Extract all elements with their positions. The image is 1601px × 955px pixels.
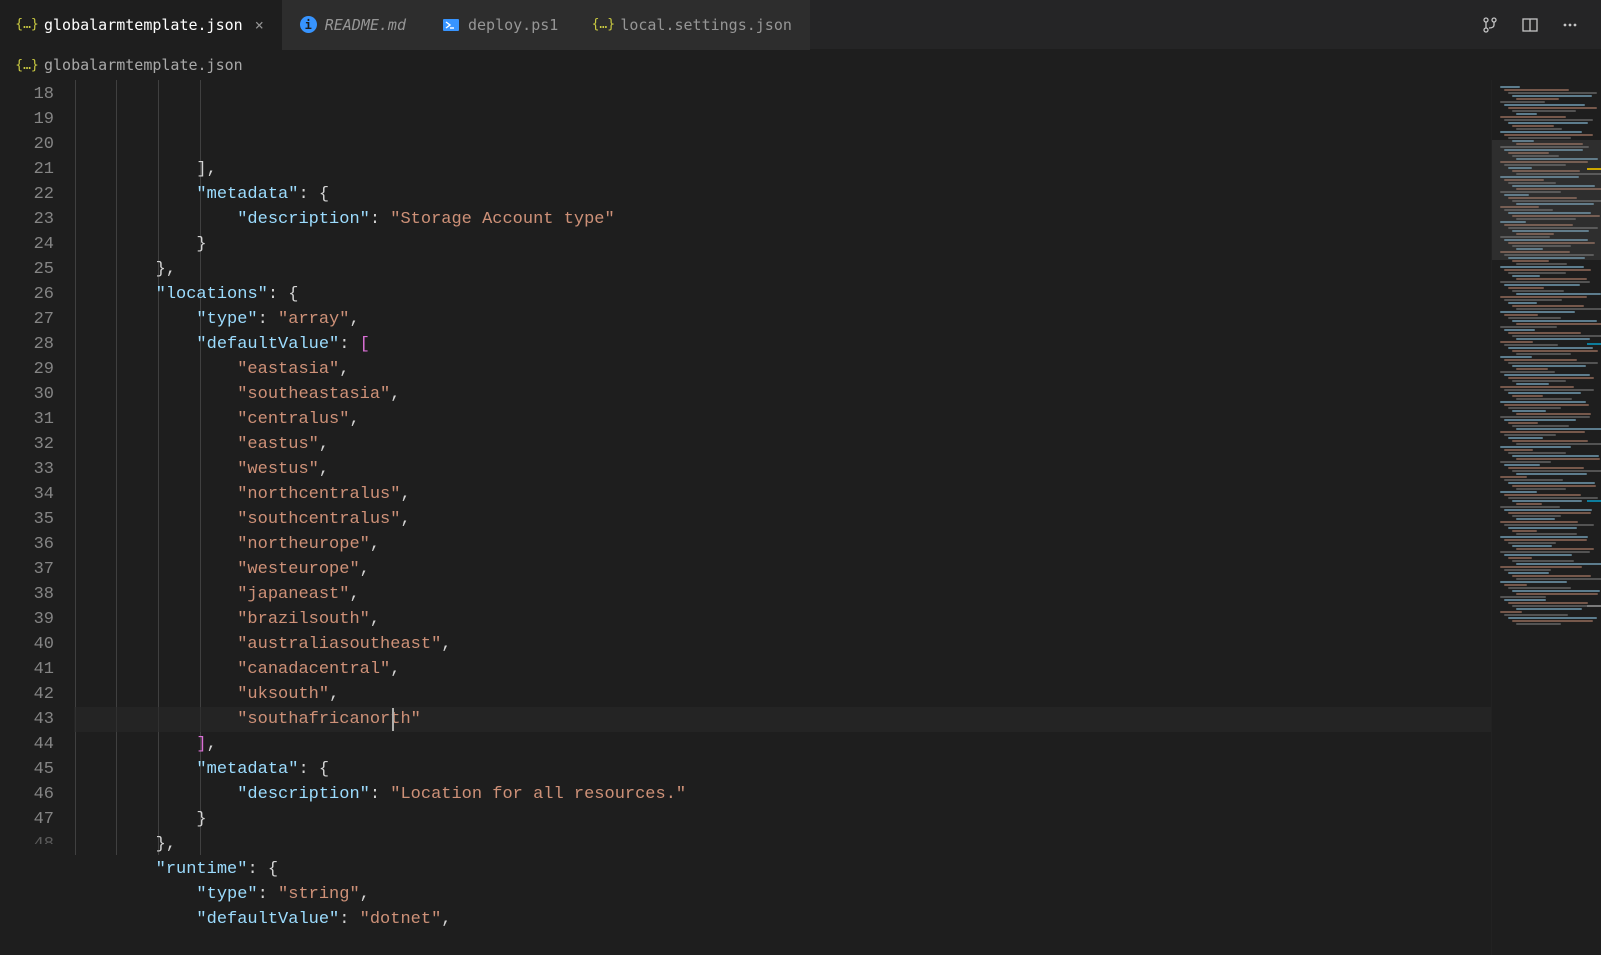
code-editor[interactable]: 1819202122232425262728293031323334353637… <box>0 80 1601 955</box>
line-gutter: 1819202122232425262728293031323334353637… <box>0 80 74 955</box>
breadcrumb-label: globalarmtemplate.json <box>44 56 243 74</box>
tab-label: local.settings.json <box>620 16 792 34</box>
code-area[interactable]: ], "metadata": { "description": "Storage… <box>74 80 1601 955</box>
tab-bar: {…} globalarmtemplate.json × i README.md… <box>0 0 1601 50</box>
close-icon[interactable]: × <box>251 16 264 34</box>
json-icon: {…} <box>18 56 36 74</box>
breadcrumb[interactable]: {…} globalarmtemplate.json <box>0 50 1601 80</box>
overview-ruler[interactable] <box>1587 80 1601 955</box>
tab-label: globalarmtemplate.json <box>44 16 243 34</box>
powershell-icon <box>442 16 460 34</box>
tab-bar-actions <box>1479 14 1601 36</box>
json-icon: {…} <box>594 16 612 34</box>
info-icon: i <box>300 16 317 33</box>
split-editor-icon[interactable] <box>1519 14 1541 36</box>
json-icon: {…} <box>18 16 36 34</box>
compare-changes-icon[interactable] <box>1479 14 1501 36</box>
tab-readme[interactable]: i README.md <box>282 0 424 50</box>
tab-globalarmtemplate[interactable]: {…} globalarmtemplate.json × <box>0 0 282 50</box>
tab-label: deploy.ps1 <box>468 16 558 34</box>
tab-localsettings[interactable]: {…} local.settings.json <box>576 0 810 50</box>
tab-label: README.md <box>325 16 406 34</box>
tab-deploy[interactable]: deploy.ps1 <box>424 0 576 50</box>
minimap-slider[interactable] <box>1492 140 1601 260</box>
minimap[interactable] <box>1491 80 1601 955</box>
more-actions-icon[interactable] <box>1559 14 1581 36</box>
